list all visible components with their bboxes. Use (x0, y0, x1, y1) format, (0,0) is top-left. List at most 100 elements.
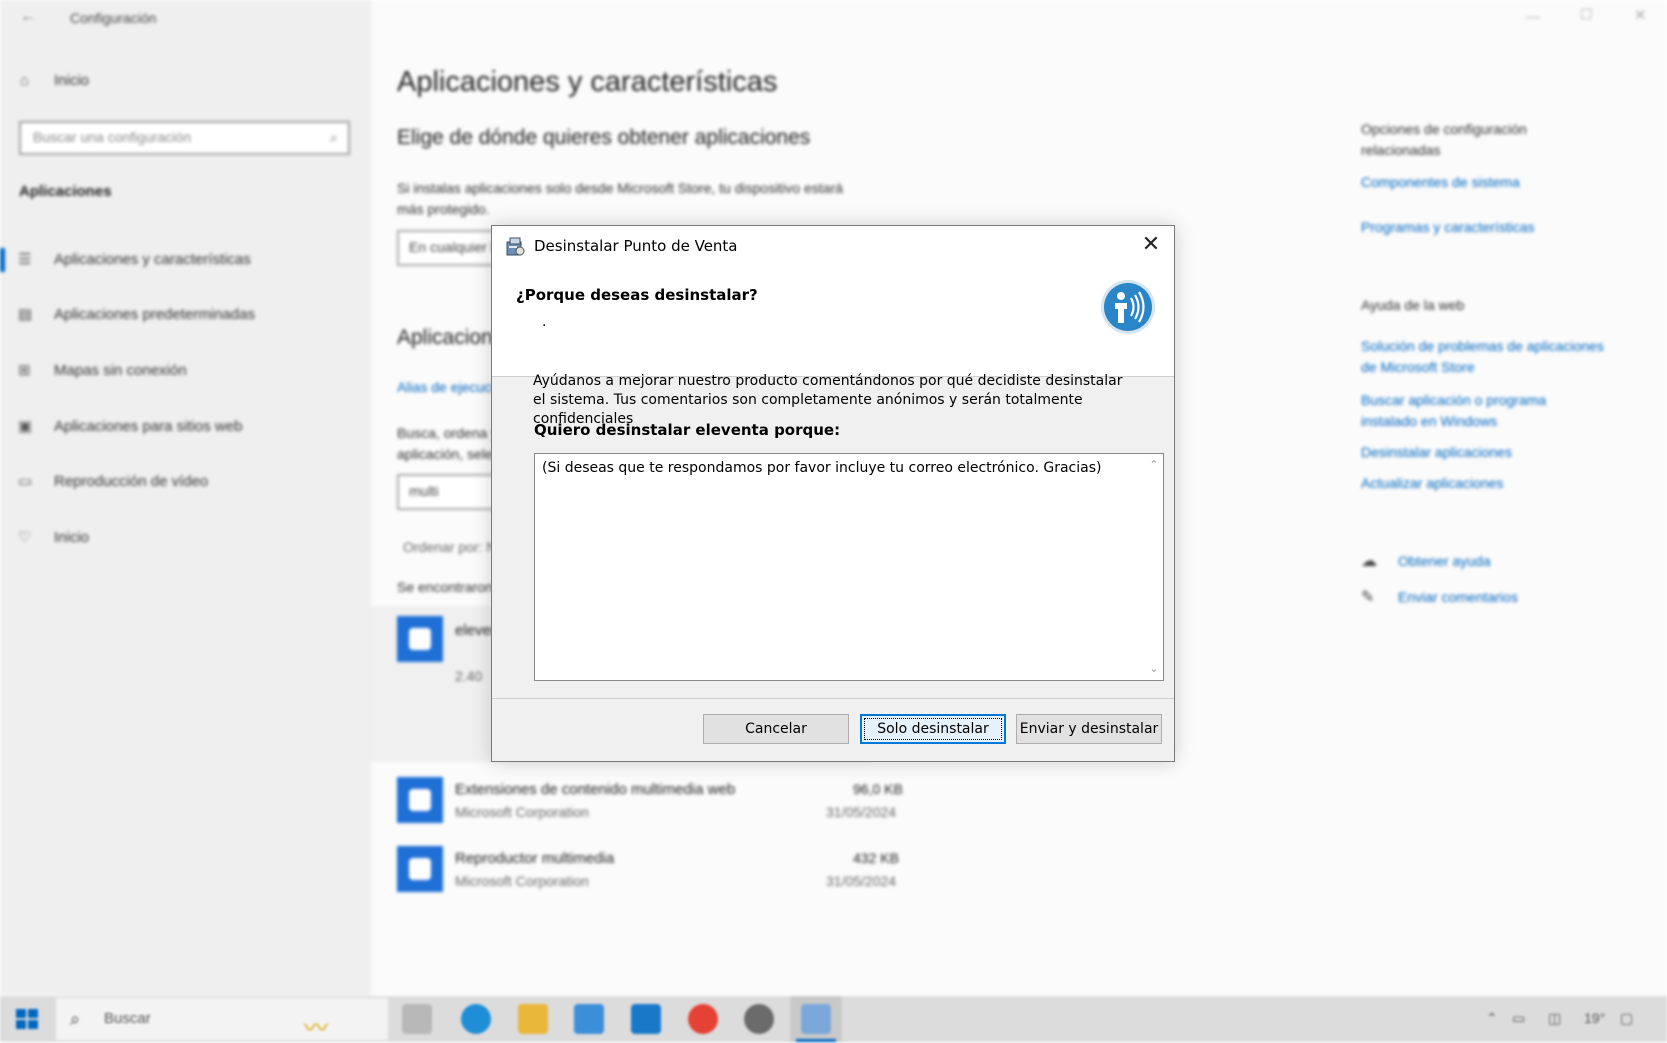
settings-search-placeholder: Buscar una configuración (33, 129, 191, 145)
edge-icon[interactable] (461, 1004, 491, 1034)
textarea-scrollbar[interactable]: ⌃ ⌄ (1145, 454, 1163, 680)
taskbar-active-app[interactable] (790, 996, 842, 1042)
dialog-titlebar[interactable]: Desinstalar Punto de Venta ✕ (492, 226, 1174, 266)
app-size: 432 KB (853, 850, 899, 866)
scroll-down-icon[interactable]: ⌄ (1145, 660, 1163, 678)
dialog-close-icon[interactable]: ✕ (1128, 226, 1174, 266)
app-publisher: Microsoft Corporation (455, 804, 589, 820)
help-link-find-app[interactable]: Buscar aplicación o programa (1361, 392, 1546, 408)
info-line-1: Si instalas aplicaciones solo desde Micr… (397, 180, 843, 196)
file-explorer-icon[interactable] (518, 1004, 548, 1034)
sidebar-active-indicator (0, 248, 5, 272)
sidebar-item-apps-websites[interactable]: ▣ Aplicaciones para sitios web (18, 417, 242, 435)
network-icon[interactable]: ▭ (1512, 1010, 1525, 1027)
close-window-icon[interactable]: ✕ (1634, 6, 1647, 24)
sidebar-item-default-apps[interactable]: ▤ Aplicaciones predeterminadas (18, 305, 255, 323)
help-title: Ayuda de la web (1361, 297, 1465, 313)
get-help-icon: ☁ (1361, 553, 1377, 570)
sidebar-item-apps-features[interactable]: ☰ Aplicaciones y características (18, 250, 251, 268)
sidebar-item-label: Reproducción de vídeo (54, 473, 209, 490)
feedback-link[interactable]: Enviar comentarios (1398, 589, 1518, 605)
taskbar-search[interactable]: ⌕ Buscar 〰 (56, 998, 388, 1042)
scroll-up-icon[interactable]: ⌃ (1145, 456, 1163, 474)
feedback-icon: ✎ (1361, 589, 1375, 606)
help-link-troubleshoot-2[interactable]: de Microsoft Store (1361, 359, 1475, 375)
dialog-title: Desinstalar Punto de Venta (534, 237, 738, 255)
app-icon-eleventa (397, 616, 443, 662)
uninstall-dialog: Desinstalar Punto de Venta ✕ ¿Porque des… (491, 225, 1175, 762)
sidebar-item-startup[interactable]: ♡ Inicio (18, 528, 89, 546)
send-and-uninstall-button[interactable]: Enviar y desinstalar (1016, 714, 1162, 744)
link-programs-features[interactable]: Programas y características (1361, 219, 1535, 235)
related-title-1: Opciones de configuración (1361, 121, 1527, 137)
video-icon: ▭ (18, 473, 33, 490)
sidebar-item-label: Inicio (54, 529, 90, 546)
dialog-prompt: Quiero desinstalar eleventa porque: (534, 421, 841, 439)
maximize-icon[interactable]: ☐ (1580, 6, 1593, 23)
app-publisher: Microsoft Corporation (455, 873, 589, 889)
help-link-find-app-2[interactable]: instalado en Windows (1361, 413, 1497, 429)
taskbar: ⌕ Buscar 〰 ⌃ ▭ ◫ 19° ▢ (0, 996, 1667, 1042)
sidebar-home-label: Inicio (54, 72, 90, 89)
installer-icon (506, 237, 525, 256)
dialog-heading: ¿Porque deseas desinstalar? (516, 286, 758, 304)
sidebar-item-label: Mapas sin conexión (54, 362, 187, 379)
sidebar-item-label: Aplicaciones predeterminadas (54, 306, 255, 323)
sidebar-item-label: Aplicaciones para sitios web (54, 418, 243, 435)
tray-chevron-icon[interactable]: ⌃ (1486, 1010, 1498, 1027)
sidebar-item-offline-maps[interactable]: ⊞ Mapas sin conexión (18, 361, 187, 379)
related-title-2: relacionadas (1361, 142, 1441, 158)
link-system-components[interactable]: Componentes de sistema (1361, 174, 1520, 190)
feedback-logo-icon (1101, 280, 1155, 334)
dialog-header: ¿Porque deseas desinstalar? . (492, 266, 1174, 377)
cancel-button[interactable]: Cancelar (703, 714, 849, 744)
search-icon: ⌕ (70, 1009, 81, 1029)
startup-icon: ♡ (18, 529, 32, 546)
minimize-icon[interactable]: — (1526, 8, 1540, 24)
task-view-icon[interactable] (402, 1004, 432, 1034)
app-version: 2.40 (455, 668, 483, 684)
window-title: Configuración (70, 10, 157, 26)
sidebar-item-label: Aplicaciones y características (54, 251, 251, 268)
search-icon: ⌕ (330, 129, 338, 145)
only-uninstall-button[interactable]: Solo desinstalar (860, 714, 1006, 744)
help-link-uninstall[interactable]: Desinstalar aplicaciones (1361, 444, 1512, 460)
notifications-icon[interactable]: ▢ (1620, 1010, 1633, 1027)
app-search-value: multi (409, 483, 439, 499)
page-title: Aplicaciones y características (397, 66, 778, 98)
settings-search-input[interactable]: Buscar una configuración ⌕ (19, 121, 350, 155)
app-size: 96,0 KB (853, 781, 903, 797)
dialog-separator (492, 698, 1174, 699)
sidebar-item-video-playback[interactable]: ▭ Reproducción de vídeo (18, 472, 208, 490)
app-icon-web-media (397, 777, 443, 823)
app-name[interactable]: Reproductor multimedia (455, 850, 614, 867)
help-link-update[interactable]: Actualizar aplicaciones (1361, 475, 1503, 491)
dialog-subheading: . (542, 314, 547, 330)
website-icon: ▣ (18, 418, 33, 435)
info-line-2: más protegido. (397, 201, 490, 217)
back-arrow-icon[interactable]: ← (20, 8, 36, 26)
uninstaller-app-icon (801, 1004, 831, 1034)
search-highlight-icon: 〰 (304, 1015, 328, 1042)
settings-sidebar: ← Configuración ⌂ Inicio Buscar una confi… (0, 0, 371, 996)
get-help-link[interactable]: Obtener ayuda (1398, 553, 1491, 569)
feedback-textarea[interactable]: (Si deseas que te respondamos por favor … (534, 453, 1164, 681)
default-apps-icon: ▤ (18, 306, 33, 323)
app-icon-media-player (397, 846, 443, 892)
sidebar-home[interactable]: ⌂ Inicio (20, 72, 89, 89)
volume-icon[interactable]: ◫ (1548, 1010, 1561, 1027)
sidebar-section-title: Aplicaciones (19, 183, 112, 200)
apps-list-icon: ☰ (18, 251, 32, 268)
settings-gear-icon[interactable] (744, 1004, 774, 1034)
mail-icon[interactable] (631, 1004, 661, 1034)
app-date: 31/05/2024 (826, 804, 897, 820)
home-icon: ⌂ (20, 72, 30, 89)
app-name[interactable]: Extensiones de contenido multimedia web (455, 781, 735, 798)
map-icon: ⊞ (18, 362, 31, 379)
store-icon[interactable] (574, 1004, 604, 1034)
chrome-icon[interactable] (688, 1004, 718, 1034)
help-link-troubleshoot[interactable]: Solución de problemas de aplicaciones (1361, 338, 1604, 354)
section-subtitle: Elige de dónde quieres obtener aplicacio… (397, 126, 811, 149)
focus-ring (864, 718, 1002, 740)
windows-start-icon[interactable] (16, 1009, 38, 1029)
